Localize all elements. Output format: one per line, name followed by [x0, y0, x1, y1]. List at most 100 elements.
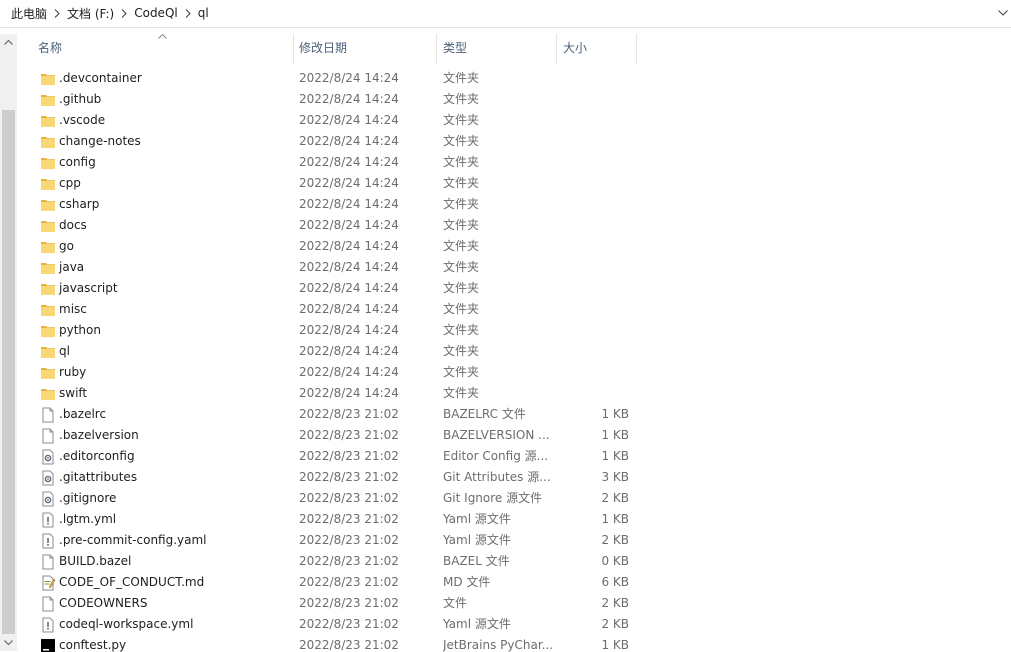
breadcrumb-this-pc[interactable]: 此电脑 [9, 5, 49, 22]
file-row[interactable]: .bazelversion 2022/8/23 21:02 BAZELVERSION… [35, 425, 665, 446]
file-size: 3 KB [601, 470, 629, 484]
folder-icon [40, 113, 56, 129]
column-divider[interactable] [436, 34, 437, 64]
file-type: 文件夹 [443, 365, 480, 379]
file-modified-date: 2022/8/24 14:24 [299, 302, 399, 316]
file-row[interactable]: .pre-commit-config.yaml 2022/8/23 21:02 Ya… [35, 530, 665, 551]
file-row[interactable]: .gitattributes 2022/8/23 21:02 Git Attribu… [35, 467, 665, 488]
file-modified-date: 2022/8/24 14:24 [299, 239, 399, 253]
column-header-type[interactable]: 类型 [443, 34, 467, 64]
file-row[interactable]: ql 2022/8/24 14:24 文件夹 [35, 341, 665, 362]
file-type: Git Ignore 源文件 [443, 491, 543, 505]
config-file-icon [40, 449, 56, 465]
chevron-right-icon[interactable] [180, 8, 196, 18]
file-row[interactable]: BUILD.bazel 2022/8/23 21:02 BAZEL 文件 0 KB [35, 551, 665, 572]
file-type: 文件夹 [443, 302, 480, 316]
file-type: BAZELRC 文件 [443, 407, 526, 421]
file-row[interactable]: docs 2022/8/24 14:24 文件夹 [35, 215, 665, 236]
chevron-right-icon[interactable] [49, 8, 65, 18]
file-modified-date: 2022/8/24 14:24 [299, 218, 399, 232]
file-name: BUILD.bazel [59, 554, 132, 568]
file-row[interactable]: .gitignore 2022/8/23 21:02 Git Ignore 源文件 2… [35, 488, 665, 509]
file-name: config [59, 155, 96, 169]
file-name: javascript [59, 281, 118, 295]
column-divider[interactable] [636, 34, 637, 64]
scroll-down-arrow-icon[interactable] [0, 634, 17, 651]
file-row[interactable]: CODEOWNERS 2022/8/23 21:02 文件 2 KB [35, 593, 665, 614]
config-file-icon [40, 470, 56, 486]
yaml-file-icon [40, 533, 56, 549]
scroll-up-arrow-icon[interactable] [0, 34, 17, 51]
file-row[interactable]: javascript 2022/8/24 14:24 文件夹 [35, 278, 665, 299]
file-row[interactable]: csharp 2022/8/24 14:24 文件夹 [35, 194, 665, 215]
folder-icon [40, 344, 56, 360]
file-row[interactable]: config 2022/8/24 14:24 文件夹 [35, 152, 665, 173]
file-name: swift [59, 386, 88, 400]
chevron-right-icon[interactable] [116, 8, 132, 18]
file-type: 文件夹 [443, 71, 480, 85]
file-name: ql [59, 344, 70, 358]
file-name: codeql-workspace.yml [59, 617, 194, 631]
file-row[interactable]: .bazelrc 2022/8/23 21:02 BAZELRC 文件 1 KB [35, 404, 665, 425]
file-row[interactable]: CODE_OF_CONDUCT.md 2022/8/23 21:02 MD 文件 6 … [35, 572, 665, 593]
file-row[interactable]: .lgtm.yml 2022/8/23 21:02 Yaml 源文件 1 KB [35, 509, 665, 530]
breadcrumb-drive-f[interactable]: 文档 (F:) [65, 5, 116, 22]
file-modified-date: 2022/8/23 21:02 [299, 617, 399, 631]
file-row[interactable]: swift 2022/8/24 14:24 文件夹 [35, 383, 665, 404]
chevron-down-icon[interactable] [997, 6, 1009, 20]
yaml-file-icon [40, 617, 56, 633]
folder-icon [40, 281, 56, 297]
column-divider[interactable] [293, 34, 294, 64]
file-row[interactable]: java 2022/8/24 14:24 文件夹 [35, 257, 665, 278]
file-name: java [59, 260, 85, 274]
file-name: ruby [59, 365, 87, 379]
address-bar[interactable]: 此电脑 文档 (F:) CodeQl ql [0, 0, 1011, 28]
column-headers: 名称 修改日期 类型 大小 [17, 33, 1011, 64]
file-row[interactable]: .editorconfig 2022/8/23 21:02 Editor Confi… [35, 446, 665, 467]
file-type: Yaml 源文件 [443, 512, 511, 526]
column-header-name[interactable]: 名称 [38, 34, 62, 64]
file-name: .vscode [59, 113, 106, 127]
vertical-scrollbar[interactable] [0, 34, 17, 651]
file-modified-date: 2022/8/23 21:02 [299, 533, 399, 547]
file-row[interactable]: ruby 2022/8/24 14:24 文件夹 [35, 362, 665, 383]
breadcrumb-codeql[interactable]: CodeQl [132, 6, 180, 20]
file-row[interactable]: .vscode 2022/8/24 14:24 文件夹 [35, 110, 665, 131]
column-divider[interactable] [556, 34, 557, 64]
file-type: Editor Config 源... [443, 449, 549, 463]
column-header-size[interactable]: 大小 [563, 34, 587, 64]
file-modified-date: 2022/8/24 14:24 [299, 260, 399, 274]
file-type: MD 文件 [443, 575, 491, 589]
file-type: BAZEL 文件 [443, 554, 510, 568]
file-modified-date: 2022/8/24 14:24 [299, 197, 399, 211]
file-row[interactable]: cpp 2022/8/24 14:24 文件夹 [35, 173, 665, 194]
file-modified-date: 2022/8/24 14:24 [299, 113, 399, 127]
file-row[interactable]: .github 2022/8/24 14:24 文件夹 [35, 89, 665, 110]
file-row[interactable]: codeql-workspace.yml 2022/8/23 21:02 Yaml … [35, 614, 665, 635]
file-row[interactable]: conftest.py 2022/8/23 21:02 JetBrains PyCh… [35, 635, 665, 652]
file-row[interactable]: python 2022/8/24 14:24 文件夹 [35, 320, 665, 341]
breadcrumb-ql[interactable]: ql [196, 6, 211, 20]
file-modified-date: 2022/8/23 21:02 [299, 638, 399, 652]
scrollbar-thumb[interactable] [2, 110, 15, 634]
file-size: 2 KB [601, 533, 629, 547]
file-size: 0 KB [601, 554, 629, 568]
file-size: 1 KB [601, 449, 629, 463]
file-type: Git Attributes 源... [443, 470, 551, 484]
column-header-modified[interactable]: 修改日期 [299, 34, 347, 64]
markdown-file-icon [40, 575, 56, 591]
file-name: misc [59, 302, 87, 316]
file-name: .pre-commit-config.yaml [59, 533, 207, 547]
folder-icon [40, 302, 56, 318]
file-row[interactable]: .devcontainer 2022/8/24 14:24 文件夹 [35, 68, 665, 89]
file-row[interactable]: go 2022/8/24 14:24 文件夹 [35, 236, 665, 257]
file-name: go [59, 239, 74, 253]
file-size [555, 383, 629, 404]
config-file-icon [40, 491, 56, 507]
file-row[interactable]: change-notes 2022/8/24 14:24 文件夹 [35, 131, 665, 152]
file-type: 文件夹 [443, 344, 480, 358]
file-size: 2 KB [601, 596, 629, 610]
folder-icon [40, 197, 56, 213]
file-size [555, 173, 629, 194]
file-row[interactable]: misc 2022/8/24 14:24 文件夹 [35, 299, 665, 320]
